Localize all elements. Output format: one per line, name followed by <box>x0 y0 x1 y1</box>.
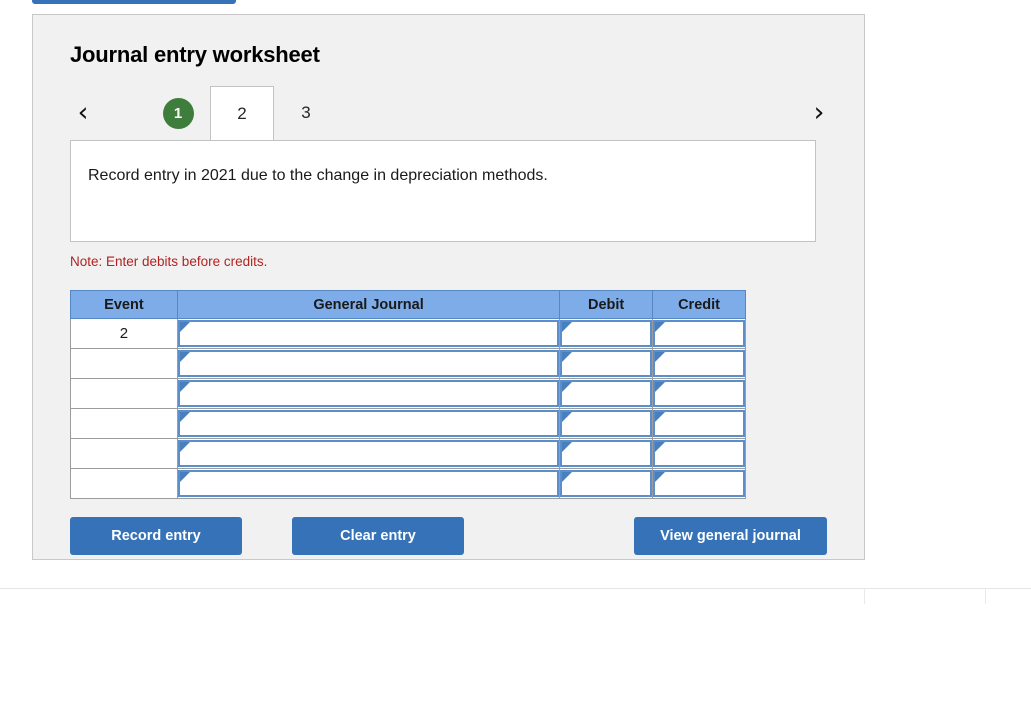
worksheet-tab-1-label: 1 <box>162 97 194 129</box>
column-header-debit: Debit <box>559 290 654 319</box>
credit-cell[interactable] <box>652 348 746 379</box>
event-cell <box>70 468 178 499</box>
general-journal-dropdown-icon[interactable] <box>177 380 560 407</box>
record-entry-button[interactable]: Record entry <box>70 517 242 555</box>
debit-dropdown-icon[interactable] <box>560 440 653 467</box>
credit-dropdown-icon[interactable] <box>653 440 745 467</box>
previous-entry-arrow-icon[interactable]: ‹ <box>66 86 100 138</box>
credit-cell[interactable] <box>652 438 746 469</box>
debit-cell[interactable] <box>559 318 654 349</box>
debit-cell[interactable] <box>559 378 654 409</box>
credit-dropdown-icon[interactable] <box>653 380 745 407</box>
general-journal-dropdown-icon[interactable] <box>177 350 560 377</box>
column-header-general-journal: General Journal <box>176 290 561 319</box>
clear-entry-button[interactable]: Clear entry <box>292 517 464 555</box>
credit-cell[interactable] <box>652 378 746 409</box>
worksheet-tab-2[interactable]: 2 <box>210 86 274 141</box>
table-row <box>70 408 746 439</box>
event-cell <box>70 438 178 469</box>
event-cell <box>70 378 178 409</box>
credit-cell[interactable] <box>652 318 746 349</box>
debits-before-credits-note: Note: Enter debits before credits. <box>70 254 268 269</box>
table-row <box>70 348 746 379</box>
table-row <box>70 468 746 499</box>
column-header-event: Event <box>70 290 178 319</box>
general-journal-cell[interactable] <box>176 408 561 439</box>
partially-visible-blue-button[interactable] <box>32 0 236 4</box>
footer-tick-right <box>985 589 986 604</box>
debit-cell[interactable] <box>559 438 654 469</box>
view-general-journal-button[interactable]: View general journal <box>634 517 827 555</box>
debit-dropdown-icon[interactable] <box>560 320 653 347</box>
credit-dropdown-icon[interactable] <box>653 320 745 347</box>
page-divider <box>0 588 1031 589</box>
table-row <box>70 438 746 469</box>
general-journal-cell[interactable] <box>176 438 561 469</box>
entry-description-box: Record entry in 2021 due to the change i… <box>70 140 816 242</box>
credit-cell[interactable] <box>652 408 746 439</box>
debit-cell[interactable] <box>559 468 654 499</box>
journal-entry-panel: Journal entry worksheet ‹ 1 2 3 › Record… <box>32 14 865 560</box>
worksheet-tab-3[interactable]: 3 <box>274 86 338 140</box>
general-journal-dropdown-icon[interactable] <box>177 410 560 437</box>
event-cell: 2 <box>70 318 178 349</box>
next-entry-arrow-icon[interactable]: › <box>802 86 836 138</box>
general-journal-dropdown-icon[interactable] <box>177 470 560 497</box>
general-journal-cell[interactable] <box>176 468 561 499</box>
general-journal-cell[interactable] <box>176 378 561 409</box>
table-row: 2 <box>70 318 746 349</box>
credit-dropdown-icon[interactable] <box>653 470 745 497</box>
general-journal-dropdown-icon[interactable] <box>177 320 560 347</box>
debit-cell[interactable] <box>559 408 654 439</box>
table-row <box>70 378 746 409</box>
general-journal-cell[interactable] <box>176 318 561 349</box>
journal-entry-table: Event General Journal Debit Credit 2 <box>70 290 746 499</box>
column-header-credit: Credit <box>652 290 746 319</box>
worksheet-tab-3-label: 3 <box>301 103 311 122</box>
footer-tick-left <box>864 589 865 604</box>
debit-dropdown-icon[interactable] <box>560 350 653 377</box>
debit-dropdown-icon[interactable] <box>560 380 653 407</box>
entry-description-text: Record entry in 2021 due to the change i… <box>88 167 548 184</box>
table-header-row: Event General Journal Debit Credit <box>70 290 746 319</box>
event-cell <box>70 408 178 439</box>
worksheet-tab-strip: ‹ 1 2 3 › <box>33 86 866 141</box>
credit-dropdown-icon[interactable] <box>653 350 745 377</box>
debit-dropdown-icon[interactable] <box>560 470 653 497</box>
debit-dropdown-icon[interactable] <box>560 410 653 437</box>
worksheet-tab-2-label: 2 <box>237 104 247 123</box>
general-journal-cell[interactable] <box>176 348 561 379</box>
credit-cell[interactable] <box>652 468 746 499</box>
credit-dropdown-icon[interactable] <box>653 410 745 437</box>
page-title: Journal entry worksheet <box>70 42 320 67</box>
event-cell <box>70 348 178 379</box>
page-root: Journal entry worksheet ‹ 1 2 3 › Record… <box>0 0 1031 724</box>
general-journal-dropdown-icon[interactable] <box>177 440 560 467</box>
worksheet-tab-1[interactable]: 1 <box>146 86 210 140</box>
debit-cell[interactable] <box>559 348 654 379</box>
